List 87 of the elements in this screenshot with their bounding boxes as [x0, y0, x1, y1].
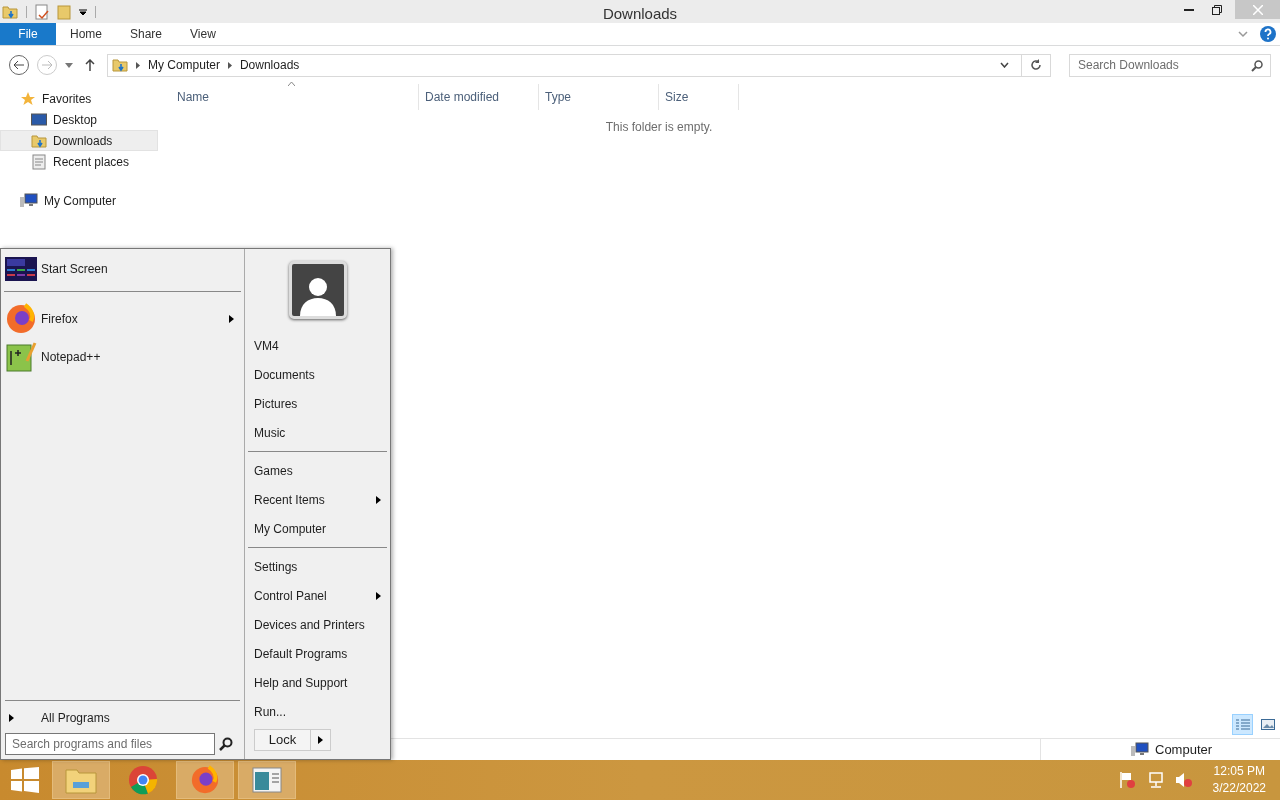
computer-icon	[20, 192, 38, 209]
breadcrumb-arrow-icon[interactable]	[227, 61, 232, 69]
column-header[interactable]: Name	[158, 84, 419, 110]
start-menu-link[interactable]: My Computer	[248, 514, 387, 543]
taskbar-button[interactable]	[238, 761, 296, 799]
properties-icon[interactable]	[35, 3, 49, 20]
window-icon	[252, 767, 282, 793]
expand-arrow-icon	[318, 736, 323, 744]
empty-folder-message: This folder is empty.	[605, 119, 713, 136]
monitor-icon	[31, 112, 47, 127]
history-dropdown-icon[interactable]	[1000, 62, 1009, 68]
clock-date: 3/22/2022	[1212, 780, 1266, 797]
folder-icon	[65, 766, 97, 794]
nav-item[interactable]: Recent places	[0, 151, 158, 172]
muted-speaker-icon[interactable]	[1174, 771, 1193, 789]
lock-button[interactable]: Lock	[254, 729, 311, 751]
breadcrumb[interactable]: Downloads	[239, 56, 300, 74]
search-icon[interactable]	[219, 737, 233, 751]
nav-item[interactable]: Downloads	[0, 130, 158, 151]
breadcrumb-arrow-icon[interactable]	[135, 61, 140, 69]
computer-icon	[1131, 741, 1149, 758]
ribbon-tab[interactable]: View	[176, 23, 230, 45]
up-arrow-icon[interactable]	[84, 59, 95, 71]
program-item[interactable]: Start Screen	[5, 255, 240, 283]
forward-arrow-icon	[41, 61, 52, 69]
column-header[interactable]: Size	[659, 84, 739, 110]
address-bar[interactable]: My Computer Downloads	[106, 53, 1051, 77]
power-options-button[interactable]	[311, 729, 331, 751]
windows-logo-icon	[11, 767, 39, 793]
start-menu-link[interactable]: Pictures	[248, 389, 387, 418]
expand-arrow-icon	[9, 714, 14, 722]
start-menu-link[interactable]: VM4	[248, 331, 387, 360]
document-icon	[31, 153, 47, 170]
start-menu-link[interactable]: Devices and Printers	[248, 610, 387, 639]
close-icon	[1252, 4, 1263, 15]
ribbon-tab[interactable]: Share	[116, 23, 177, 45]
column-header[interactable]: Date modified	[419, 84, 539, 110]
refresh-icon[interactable]	[1030, 59, 1042, 71]
ribbon-tab[interactable]: Home	[56, 23, 116, 45]
recent-locations-icon[interactable]	[64, 62, 73, 68]
user-avatar[interactable]	[288, 261, 347, 319]
start-menu-link[interactable]: Default Programs	[248, 639, 387, 668]
action-center-flag-icon[interactable]	[1118, 771, 1137, 789]
start-menu-link[interactable]: Music	[248, 418, 387, 447]
dropdown-icon[interactable]	[79, 7, 87, 16]
clock-time: 12:05 PM	[1213, 763, 1265, 780]
notepad-icon	[5, 341, 37, 373]
submenu-arrow-icon	[229, 315, 234, 323]
details-view-icon	[1235, 718, 1250, 731]
download-folder-icon	[111, 57, 128, 73]
firefox-icon	[5, 303, 37, 335]
back-arrow-icon	[14, 61, 24, 69]
minimize-icon	[1184, 8, 1194, 11]
large-icons-view-icon	[1260, 719, 1275, 730]
all-programs-item[interactable]: All Programs	[5, 707, 240, 729]
download-folder-icon	[2, 3, 18, 20]
start-menu-link[interactable]: Control Panel	[248, 581, 387, 610]
star-icon	[20, 90, 36, 107]
start-menu-link[interactable]: Settings	[248, 552, 387, 581]
submenu-arrow-icon	[376, 591, 381, 600]
start-menu-link[interactable]: Games	[248, 456, 387, 485]
window-title: Downloads	[602, 4, 678, 24]
column-header[interactable]: Type	[539, 84, 659, 110]
start-menu-link[interactable]: Run...	[248, 697, 387, 726]
nav-item[interactable]: Desktop	[0, 109, 158, 130]
program-item[interactable]: Notepad++	[5, 338, 240, 376]
submenu-arrow-icon	[376, 495, 381, 504]
file-menu-tab[interactable]: File	[0, 23, 56, 45]
taskbar-button[interactable]	[176, 761, 234, 799]
start-menu-link[interactable]: Recent Items	[248, 485, 387, 514]
search-field[interactable]: Search Downloads	[1069, 53, 1271, 77]
chrome-icon	[128, 765, 158, 795]
start-menu-link[interactable]: Documents	[248, 360, 387, 389]
restore-icon	[1212, 4, 1222, 15]
program-item[interactable]: Firefox	[5, 300, 240, 338]
expand-ribbon-icon[interactable]	[1238, 30, 1248, 38]
program-search-field[interactable]: Search programs and files	[5, 733, 215, 755]
nav-group[interactable]: My Computer	[0, 190, 158, 211]
search-icon	[1251, 59, 1263, 72]
firefox-icon	[190, 765, 220, 795]
breadcrumb[interactable]: My Computer	[147, 56, 220, 74]
download-folder-icon	[31, 132, 47, 149]
start-menu-link[interactable]: Help and Support	[248, 668, 387, 697]
status-location: Computer	[1155, 740, 1213, 759]
start-screen-icon	[5, 257, 37, 281]
help-icon[interactable]	[1260, 26, 1276, 42]
nav-group[interactable]: Favorites	[0, 88, 158, 109]
